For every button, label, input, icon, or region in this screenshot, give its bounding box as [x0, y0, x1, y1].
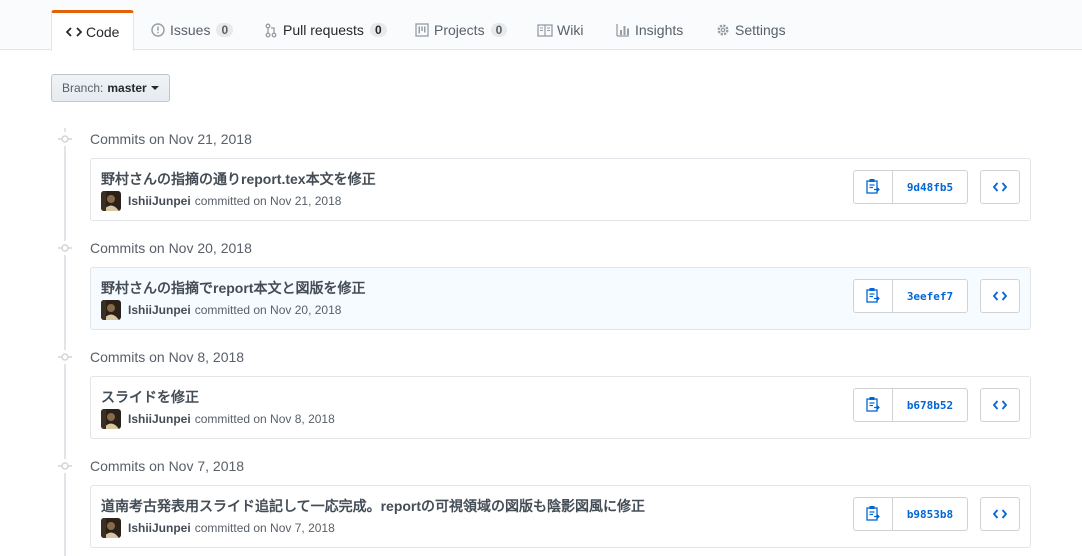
commit-date: committed on Nov 7, 2018 — [194, 521, 335, 535]
commit-message-link[interactable]: 野村さんの指摘の通りreport.tex本文を修正 — [101, 169, 376, 189]
tab-label: Pull requests — [283, 22, 364, 38]
copy-sha-button[interactable] — [853, 388, 893, 422]
project-icon — [414, 22, 430, 38]
commit-sha-group: b9853b8 — [853, 497, 968, 531]
timeline-line — [64, 128, 66, 556]
tab-pull-requests[interactable]: Pull requests 0 — [249, 10, 401, 50]
git-commit-icon — [58, 459, 72, 473]
avatar[interactable] — [101, 300, 121, 320]
tab-label: Settings — [735, 22, 786, 38]
tab-issues[interactable]: Issues 0 — [136, 10, 247, 50]
issues-count-badge: 0 — [216, 23, 234, 37]
browse-files-button[interactable] — [980, 388, 1020, 422]
avatar[interactable] — [101, 191, 121, 211]
commit-sha-link[interactable]: 9d48fb5 — [893, 170, 968, 204]
commit-meta: IshiiJunpei committed on Nov 21, 2018 — [101, 191, 341, 211]
commit-group-header: Commits on Nov 20, 2018 — [58, 238, 252, 258]
commit-message-link[interactable]: 野村さんの指摘でreport本文と図版を修正 — [101, 278, 365, 298]
browse-files-button[interactable] — [980, 497, 1020, 531]
commit-date: committed on Nov 20, 2018 — [194, 303, 342, 317]
commit-message-link[interactable]: 道南考古発表用スライド追記して一応完成。reportの可視領域の図版も陰影図風に… — [101, 496, 645, 516]
tab-label: Projects — [434, 22, 485, 38]
commit-meta: IshiiJunpei committed on Nov 7, 2018 — [101, 518, 335, 538]
tab-wiki[interactable]: Wiki — [523, 10, 597, 50]
branch-name: master — [107, 81, 147, 95]
commit-author-link[interactable]: IshiiJunpei — [128, 412, 191, 426]
pull-requests-count-badge: 0 — [369, 23, 387, 37]
tab-label: Code — [86, 24, 120, 40]
commit-group-date: Commits on Nov 8, 2018 — [90, 349, 245, 365]
copy-sha-button[interactable] — [853, 170, 893, 204]
commit-sha-group: 3eefef7 — [853, 279, 968, 313]
commit-sha-link[interactable]: b678b52 — [893, 388, 968, 422]
commit-date: committed on Nov 8, 2018 — [194, 412, 335, 426]
code-icon — [66, 24, 82, 40]
copy-sha-button[interactable] — [853, 279, 893, 313]
commit-row: 野村さんの指摘の通りreport.tex本文を修正 IshiiJunpei co… — [90, 158, 1031, 221]
avatar[interactable] — [101, 518, 121, 538]
commit-author-link[interactable]: IshiiJunpei — [128, 303, 191, 317]
book-icon — [537, 22, 553, 38]
git-commit-icon — [58, 132, 72, 146]
tab-projects[interactable]: Projects 0 — [400, 10, 521, 50]
graph-icon — [615, 22, 631, 38]
tab-label: Issues — [170, 22, 211, 38]
commit-group-date: Commits on Nov 21, 2018 — [90, 131, 252, 147]
code-icon — [992, 398, 1008, 413]
commit-group-date: Commits on Nov 7, 2018 — [90, 458, 245, 474]
commit-date: committed on Nov 21, 2018 — [194, 194, 342, 208]
projects-count-badge: 0 — [490, 23, 508, 37]
code-icon — [992, 289, 1008, 304]
commit-meta: IshiiJunpei committed on Nov 20, 2018 — [101, 300, 341, 320]
git-commit-icon — [58, 350, 72, 364]
clippy-icon — [866, 287, 880, 306]
issue-opened-icon — [150, 22, 166, 38]
tab-label: Wiki — [557, 22, 584, 38]
tab-label: Insights — [635, 22, 684, 38]
tab-code[interactable]: Code — [51, 10, 135, 51]
commit-group-header: Commits on Nov 21, 2018 — [58, 129, 252, 149]
commit-sha-link[interactable]: b9853b8 — [893, 497, 968, 531]
browse-files-button[interactable] — [980, 279, 1020, 313]
tab-settings[interactable]: Settings — [701, 10, 800, 50]
avatar[interactable] — [101, 409, 121, 429]
commit-row: 野村さんの指摘でreport本文と図版を修正 IshiiJunpei commi… — [90, 267, 1031, 330]
commit-author-link[interactable]: IshiiJunpei — [128, 521, 191, 535]
commit-group-header: Commits on Nov 8, 2018 — [58, 347, 244, 367]
commit-group-date: Commits on Nov 20, 2018 — [90, 240, 252, 256]
caret-down-icon — [150, 86, 159, 90]
code-icon — [992, 507, 1008, 522]
git-commit-icon — [58, 241, 72, 255]
gear-icon — [715, 22, 731, 38]
commit-row: 道南考古発表用スライド追記して一応完成。reportの可視領域の図版も陰影図風に… — [90, 485, 1031, 548]
branch-prefix: Branch: — [62, 81, 104, 95]
commit-group-header: Commits on Nov 7, 2018 — [58, 456, 244, 476]
commit-sha-link[interactable]: 3eefef7 — [893, 279, 968, 313]
clippy-icon — [866, 178, 880, 197]
clippy-icon — [866, 505, 880, 524]
commit-sha-group: 9d48fb5 — [853, 170, 968, 204]
copy-sha-button[interactable] — [853, 497, 893, 531]
git-pull-request-icon — [263, 22, 279, 38]
commit-sha-group: b678b52 — [853, 388, 968, 422]
commit-message-link[interactable]: スライドを修正 — [101, 387, 199, 407]
commit-row: スライドを修正 IshiiJunpei committed on Nov 8, … — [90, 376, 1031, 439]
branch-select-button[interactable]: Branch: master — [51, 74, 170, 102]
tab-insights[interactable]: Insights — [601, 10, 697, 50]
commit-meta: IshiiJunpei committed on Nov 8, 2018 — [101, 409, 335, 429]
clippy-icon — [866, 396, 880, 415]
commit-author-link[interactable]: IshiiJunpei — [128, 194, 191, 208]
browse-files-button[interactable] — [980, 170, 1020, 204]
code-icon — [992, 180, 1008, 195]
repo-nav: Code Issues 0 Pull requests 0 Projects 0… — [0, 0, 1082, 51]
